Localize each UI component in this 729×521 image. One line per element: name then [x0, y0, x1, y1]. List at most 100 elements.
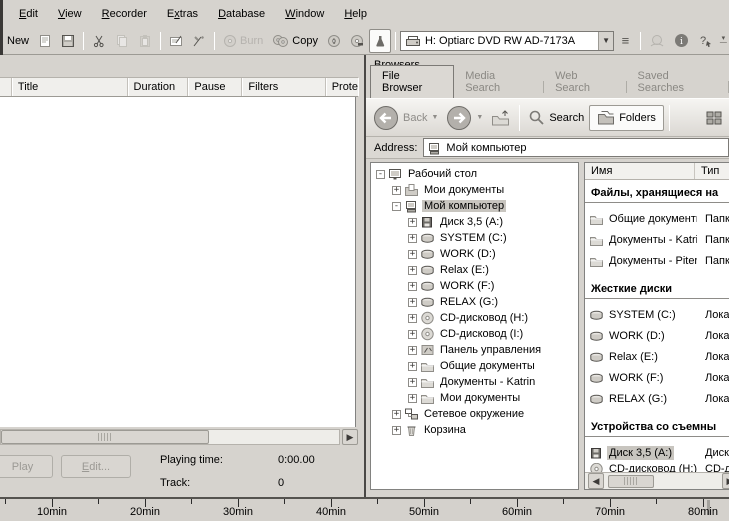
tab-web-search[interactable]: Web Search — [544, 66, 625, 98]
file-list[interactable]: Имя Тип Файлы, хранящиеся наОбщие докуме… — [584, 162, 729, 490]
tree-item[interactable]: +SYSTEM (C:) — [371, 230, 578, 246]
expand-icon[interactable]: + — [392, 186, 401, 195]
collapse-icon[interactable]: - — [392, 202, 401, 211]
file-list-row[interactable]: Документы - PiterПапк — [585, 250, 729, 271]
expand-icon[interactable]: + — [408, 282, 417, 291]
burn-button[interactable]: Burn — [219, 29, 267, 53]
tree-item[interactable]: +Мои документы — [371, 390, 578, 406]
expand-icon[interactable]: + — [408, 250, 417, 259]
context-help-button[interactable]: ? — [694, 29, 717, 53]
menu-edit[interactable]: Edit — [9, 4, 48, 24]
expand-icon[interactable]: + — [392, 410, 401, 419]
file-list-row[interactable]: WORK (F:)Лока — [585, 367, 729, 388]
copy-button[interactable] — [111, 29, 133, 53]
scrollbar-track[interactable] — [0, 429, 340, 445]
tree-item[interactable]: +CD-дисковод (H:) — [371, 310, 578, 326]
play-button[interactable]: Play — [0, 455, 53, 478]
expand-icon[interactable]: + — [408, 362, 417, 371]
back-button[interactable]: Back ▼ — [370, 103, 441, 133]
tree-item[interactable]: +Мои документы — [371, 182, 578, 198]
expand-icon[interactable]: + — [408, 314, 417, 323]
tools-button[interactable] — [188, 29, 210, 53]
menu-database[interactable]: Database — [208, 4, 275, 24]
forward-button[interactable]: ▼ — [443, 103, 486, 133]
menu-recorder[interactable]: Recorder — [92, 4, 157, 24]
copy-disc-button[interactable]: Copy — [268, 29, 322, 53]
recorder-select[interactable]: H: Optiarc DVD RW AD-7173A ▼ — [400, 31, 614, 51]
back-history-arrow[interactable]: ▼ — [431, 114, 438, 121]
tree-item[interactable]: -Мой компьютер — [371, 198, 578, 214]
erase-disc-button[interactable] — [346, 29, 368, 53]
file-list-hscrollbar[interactable]: ◀ ▶ — [585, 472, 729, 489]
folders-button[interactable]: Folders — [589, 105, 664, 131]
expand-icon[interactable]: + — [408, 378, 417, 387]
expand-icon[interactable]: + — [408, 266, 417, 275]
folder-tree[interactable]: -Рабочий стол+Мои документы-Мой компьюте… — [370, 162, 579, 490]
forward-history-arrow[interactable]: ▼ — [476, 114, 483, 121]
toolbar-overflow-button[interactable]: ▾— — [718, 37, 729, 45]
tree-item[interactable]: +Relax (E:) — [371, 262, 578, 278]
tree-item[interactable]: +Панель управления — [371, 342, 578, 358]
address-input[interactable]: Мой компьютер — [423, 138, 729, 157]
edit-button[interactable]: Edit... — [61, 455, 131, 478]
tree-item[interactable]: +Общие документы — [371, 358, 578, 374]
file-list-row[interactable]: SYSTEM (C:)Лока — [585, 304, 729, 325]
scroll-right-button[interactable]: ▶ — [342, 429, 358, 445]
search-button[interactable]: Search — [525, 107, 587, 128]
column-protection[interactable]: Prote — [326, 78, 358, 96]
track-icon-column[interactable] — [0, 78, 12, 96]
expand-icon[interactable]: + — [408, 298, 417, 307]
column-title[interactable]: Title — [12, 78, 128, 96]
open-button[interactable] — [34, 29, 56, 53]
menu-window[interactable]: Window — [275, 4, 334, 24]
tree-item[interactable]: +RELAX (G:) — [371, 294, 578, 310]
recorder-dropdown-arrow[interactable]: ▼ — [598, 32, 613, 50]
file-list-row[interactable]: WORK (D:)Лока — [585, 325, 729, 346]
menu-view[interactable]: View — [48, 4, 92, 24]
paste-button[interactable] — [134, 29, 156, 53]
track-list-hscrollbar[interactable]: ▶ — [0, 428, 358, 446]
expand-icon[interactable]: + — [408, 234, 417, 243]
scroll-left-button[interactable]: ◀ — [588, 473, 604, 489]
expand-icon[interactable]: + — [408, 218, 417, 227]
menu-extras[interactable]: Extras — [157, 4, 208, 24]
column-name[interactable]: Имя — [585, 163, 695, 179]
file-list-row[interactable]: Документы - KatrinПапк — [585, 229, 729, 250]
tree-item[interactable]: +Сетевое окружение — [371, 406, 578, 422]
tree-item[interactable]: +Корзина — [371, 422, 578, 438]
drive-utility-button[interactable] — [369, 29, 391, 53]
column-pause[interactable]: Pause — [188, 78, 242, 96]
disc-info-button[interactable]: i — [323, 29, 345, 53]
scrollbar-thumb[interactable] — [608, 475, 654, 488]
column-duration[interactable]: Duration — [128, 78, 189, 96]
tab-saved-searches[interactable]: Saved Searches — [627, 66, 729, 98]
column-type[interactable]: Тип — [695, 163, 719, 179]
file-list-row[interactable]: Диск 3,5 (A:)Диск — [585, 442, 729, 463]
menu-help[interactable]: Help — [334, 4, 377, 24]
tree-item[interactable]: +WORK (F:) — [371, 278, 578, 294]
new-compilation-button[interactable]: New — [3, 29, 33, 53]
expand-icon[interactable]: + — [408, 394, 417, 403]
tree-item[interactable]: +Документы - Katrin — [371, 374, 578, 390]
tab-file-browser[interactable]: File Browser — [370, 65, 454, 98]
collapse-icon[interactable]: - — [376, 170, 385, 179]
cut-button[interactable] — [88, 29, 110, 53]
column-filters[interactable]: Filters — [242, 78, 325, 96]
recorder-options-button[interactable]: ≡ — [615, 30, 636, 52]
tree-item[interactable]: -Рабочий стол — [371, 166, 578, 182]
info-button[interactable]: i — [670, 29, 693, 53]
expand-icon[interactable]: + — [408, 346, 417, 355]
views-button[interactable] — [703, 109, 725, 127]
scroll-right-button[interactable]: ▶ — [722, 473, 729, 489]
tree-item[interactable]: +Диск 3,5 (A:) — [371, 214, 578, 230]
tab-media-search[interactable]: Media Search — [454, 66, 543, 98]
track-list-area[interactable] — [0, 97, 356, 427]
expand-icon[interactable]: + — [408, 330, 417, 339]
file-list-row[interactable]: Relax (E:)Лока — [585, 346, 729, 367]
disc-handling-button[interactable] — [645, 29, 669, 53]
save-button[interactable] — [57, 29, 79, 53]
tree-item[interactable]: +CD-дисковод (I:) — [371, 326, 578, 342]
track-properties-button[interactable] — [165, 29, 187, 53]
tree-item[interactable]: +WORK (D:) — [371, 246, 578, 262]
file-list-row[interactable]: Общие документыПапк — [585, 208, 729, 229]
